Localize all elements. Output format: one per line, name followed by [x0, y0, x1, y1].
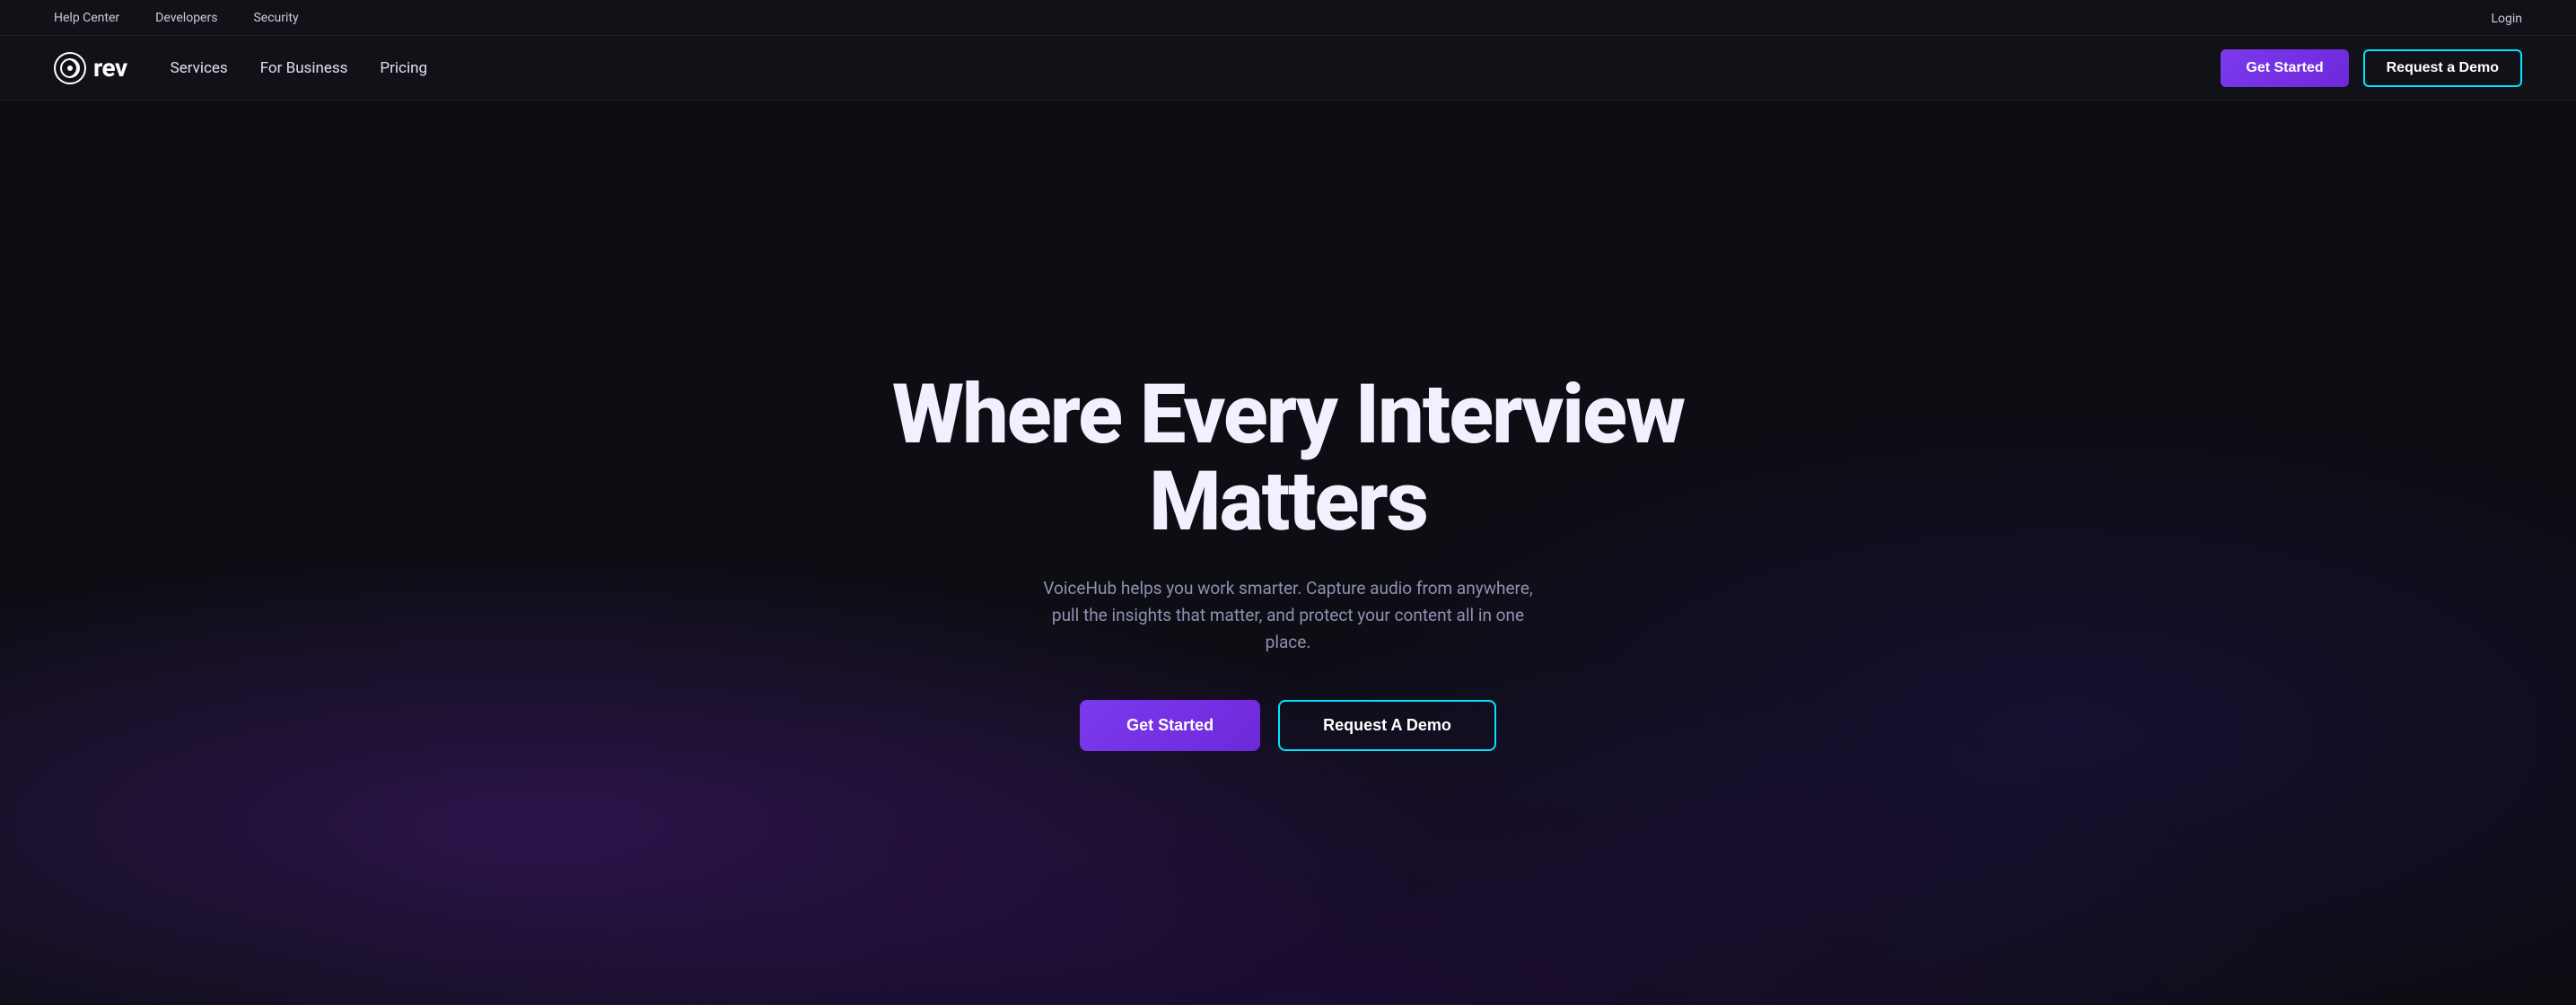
- utility-link-developers[interactable]: Developers: [155, 11, 217, 25]
- nav-link-services[interactable]: Services: [171, 59, 228, 77]
- utility-link-security[interactable]: Security: [253, 11, 298, 25]
- hero-actions: Get Started Request A Demo: [884, 700, 1692, 751]
- logo-text: rev: [93, 53, 127, 83]
- hero-subtitle: VoiceHub helps you work smarter. Capture…: [1037, 575, 1539, 657]
- utility-link-help-center[interactable]: Help Center: [54, 11, 119, 25]
- nav-request-demo-button[interactable]: Request a Demo: [2363, 49, 2522, 87]
- nav-link-for-business[interactable]: For Business: [260, 59, 348, 77]
- utility-bar-right: Login: [2491, 9, 2522, 26]
- nav-link-pricing[interactable]: Pricing: [380, 59, 427, 77]
- hero-section: Where Every Interview Matters VoiceHub h…: [0, 100, 2576, 1005]
- utility-bar: Help Center Developers Security Login: [0, 0, 2576, 36]
- main-nav: rev Services For Business Pricing Get St…: [0, 36, 2576, 100]
- rev-logo-icon: [54, 52, 86, 84]
- nav-actions: Get Started Request a Demo: [2221, 49, 2522, 87]
- hero-title: Where Every Interview Matters: [884, 372, 1692, 546]
- hero-content: Where Every Interview Matters VoiceHub h…: [884, 372, 1692, 750]
- login-link[interactable]: Login: [2491, 12, 2522, 26]
- hero-request-demo-button[interactable]: Request A Demo: [1278, 700, 1496, 751]
- nav-get-started-button[interactable]: Get Started: [2221, 49, 2348, 87]
- nav-links: Services For Business Pricing: [171, 59, 2221, 77]
- logo[interactable]: rev: [54, 52, 127, 84]
- hero-get-started-button[interactable]: Get Started: [1080, 700, 1260, 751]
